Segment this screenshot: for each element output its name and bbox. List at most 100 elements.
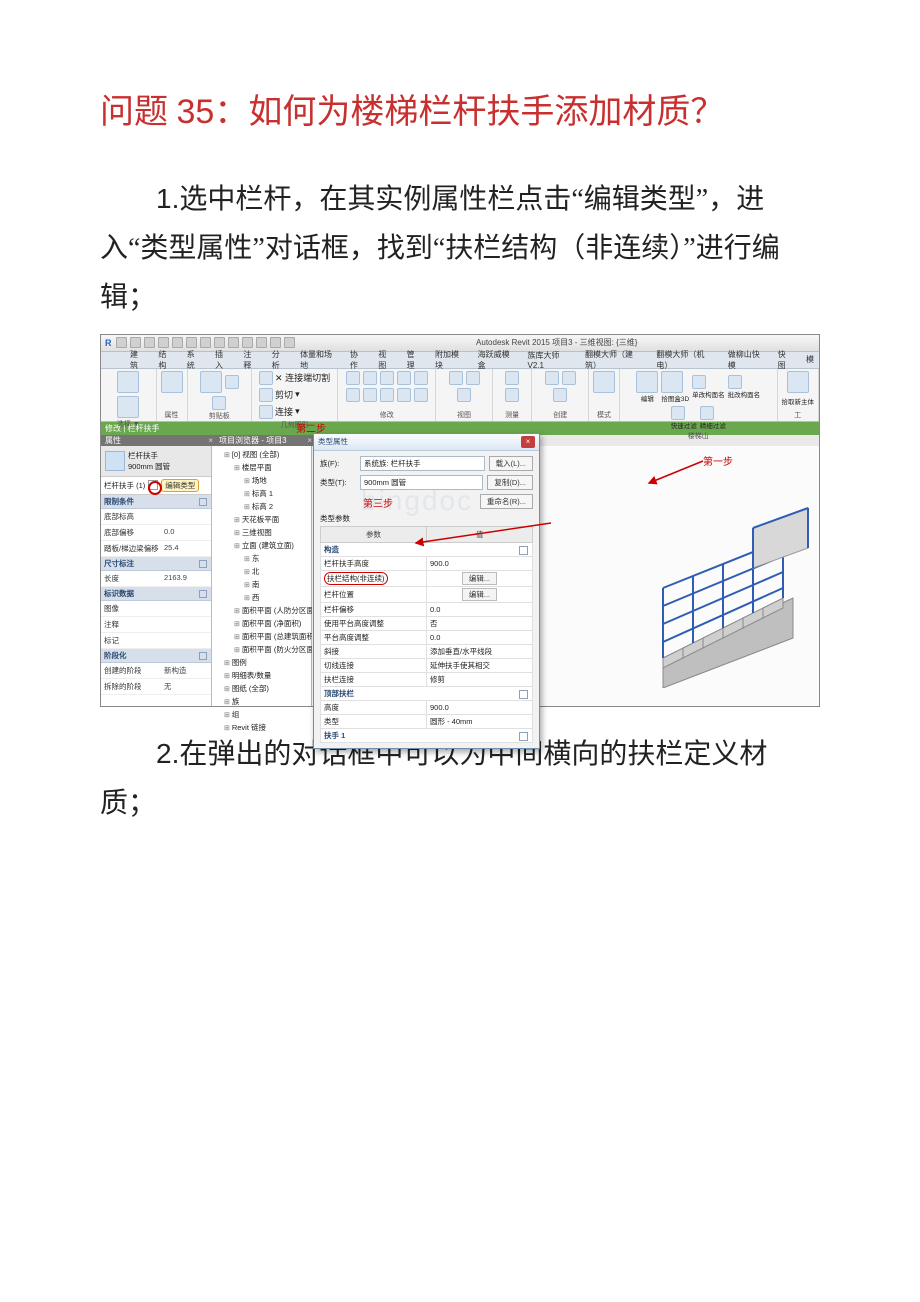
tree-item[interactable]: 面积平面 (防火分区面 — [234, 643, 309, 656]
tree-item[interactable]: 面积平面 (净面积) — [234, 617, 309, 630]
tree-item[interactable]: 三维视图 — [234, 526, 309, 539]
copy2-icon[interactable] — [363, 371, 377, 385]
type-param-row[interactable]: 栏杆偏移0.0 — [321, 602, 533, 616]
tree-item[interactable]: 面积平面 (人防分区面 — [234, 604, 309, 617]
face2-icon[interactable] — [728, 375, 742, 389]
view2-icon[interactable] — [466, 371, 480, 385]
copy-icon[interactable] — [212, 396, 226, 410]
type-param-row[interactable]: 扶栏结构(非连续)编辑... — [321, 570, 533, 586]
mode-icon[interactable] — [593, 371, 615, 393]
create2-icon[interactable] — [562, 371, 576, 385]
close-properties-icon[interactable]: × — [208, 435, 213, 446]
type-param-row[interactable]: 类型圆形 - 40mm — [321, 714, 533, 728]
trim-icon[interactable] — [397, 371, 411, 385]
rotate-icon[interactable] — [380, 371, 394, 385]
close-browser-icon[interactable]: × — [307, 435, 312, 446]
tree-item[interactable]: 标高 2 — [244, 500, 309, 513]
tree-item[interactable]: 西 — [244, 591, 309, 604]
type-param-row[interactable]: 使用平台高度调整否 — [321, 616, 533, 630]
pickhost-icon[interactable] — [787, 371, 809, 393]
qat-cloud-icon[interactable] — [228, 337, 239, 348]
tab-plugin7[interactable]: 模 — [801, 353, 819, 366]
prop-row[interactable]: 底部标高 — [101, 509, 211, 525]
tree-item[interactable]: 北 — [244, 565, 309, 578]
duplicate-button[interactable]: 复制(D)... — [487, 475, 533, 490]
prop-row[interactable]: 注释 — [101, 617, 211, 633]
qat-house-icon[interactable] — [270, 337, 281, 348]
tree-item[interactable]: 明细表/数量 — [224, 669, 309, 682]
tree-item[interactable]: 图纸 (全部) — [224, 682, 309, 695]
tree-item[interactable]: 场地 — [244, 474, 309, 487]
cut-geom-icon[interactable] — [259, 388, 273, 402]
prop-row[interactable]: 标记 — [101, 633, 211, 649]
qat-undo-icon[interactable] — [144, 337, 155, 348]
pin-icon[interactable] — [414, 388, 428, 402]
properties-tool-icon[interactable] — [117, 396, 139, 418]
array-icon[interactable] — [380, 388, 394, 402]
edit-path-icon[interactable] — [636, 371, 658, 393]
type-selector[interactable]: 栏杆扶手 900mm 圆管 — [101, 446, 211, 477]
qat-save-icon[interactable] — [130, 337, 141, 348]
type-param-row[interactable]: 切线连接延伸扶手使其相交 — [321, 658, 533, 672]
tree-item[interactable]: 图例 — [224, 656, 309, 669]
cope-icon[interactable] — [259, 371, 273, 385]
view1-icon[interactable] — [449, 371, 463, 385]
qat-redo-icon[interactable] — [158, 337, 169, 348]
cut-icon[interactable] — [225, 375, 239, 389]
tree-item[interactable]: 天花板平面 — [234, 513, 309, 526]
tree-item[interactable]: 组 — [224, 708, 309, 721]
qat-more-icon[interactable] — [284, 337, 295, 348]
qat-measure-icon[interactable] — [186, 337, 197, 348]
filter1-icon[interactable] — [671, 406, 685, 420]
move-icon[interactable] — [346, 371, 360, 385]
type-param-row[interactable]: 栏杆扶手高度900.0 — [321, 556, 533, 570]
prop-group[interactable]: 标识数据 — [101, 587, 211, 601]
filter2-icon[interactable] — [700, 406, 714, 420]
split-icon[interactable] — [414, 371, 428, 385]
join-geom-icon[interactable] — [259, 405, 273, 419]
tree-item[interactable]: Revit 链接 — [224, 721, 309, 734]
qat-text-icon[interactable] — [200, 337, 211, 348]
tab-plugin2[interactable]: 族库大师V2.1 — [523, 349, 576, 371]
quick-access-toolbar[interactable] — [116, 337, 295, 348]
measure2-icon[interactable] — [505, 388, 519, 402]
tree-item[interactable]: 立面 (建筑立面) — [234, 539, 309, 552]
qat-print-icon[interactable] — [172, 337, 183, 348]
group-construction[interactable]: 构造 — [321, 542, 533, 556]
family-dropdown[interactable]: 系统族: 栏杆扶手 — [360, 456, 485, 471]
edit-param-button[interactable]: 编辑... — [462, 572, 497, 585]
group-handrail1[interactable]: 扶手 1 — [321, 728, 533, 742]
scale-icon[interactable] — [397, 388, 411, 402]
create3-icon[interactable] — [553, 388, 567, 402]
qat-open-icon[interactable] — [116, 337, 127, 348]
type-param-row[interactable]: 扶栏连接修剪 — [321, 672, 533, 686]
tree-item[interactable]: 楼层平面 — [234, 461, 309, 474]
prop-row[interactable]: 拆除的阶段无 — [101, 679, 211, 695]
prop-row[interactable]: 图像 — [101, 601, 211, 617]
mirror-icon[interactable] — [346, 388, 360, 402]
tree-item[interactable]: 标高 1 — [244, 487, 309, 500]
group-toprail[interactable]: 顶部扶栏 — [321, 686, 533, 700]
tree-item[interactable]: [0] 视图 (全部) — [224, 448, 309, 461]
tree-item[interactable]: 东 — [244, 552, 309, 565]
face1-icon[interactable] — [692, 375, 706, 389]
modify-tool-icon[interactable] — [117, 371, 139, 393]
prop-row[interactable]: 创建的阶段新构造 — [101, 663, 211, 679]
type-param-row[interactable]: 高度900.0 — [321, 700, 533, 714]
tree-item[interactable]: 面积平面 (总建筑面积 — [234, 630, 309, 643]
prop-row[interactable]: 长度2163.9 — [101, 571, 211, 587]
edit-param-button[interactable]: 编辑... — [462, 588, 497, 601]
edit-type-button[interactable]: 编辑类型 — [161, 479, 199, 492]
type-param-row[interactable]: 平台高度调整0.0 — [321, 630, 533, 644]
type-param-row[interactable]: 斜接添加垂直/水平线段 — [321, 644, 533, 658]
prop-row[interactable]: 踏板/梯边梁偏移25.4 — [101, 541, 211, 557]
measure1-icon[interactable] — [505, 371, 519, 385]
prop-group[interactable]: 尺寸标注 — [101, 557, 211, 571]
project-browser[interactable]: [0] 视图 (全部)楼层平面场地标高 1标高 2天花板平面三维视图立面 (建筑… — [212, 446, 312, 706]
type-param-row[interactable]: 栏杆位置编辑... — [321, 586, 533, 602]
view3-icon[interactable] — [457, 388, 471, 402]
dialog-close-icon[interactable]: × — [521, 436, 535, 448]
type-dropdown[interactable]: 900mm 圆管 — [360, 475, 483, 490]
create1-icon[interactable] — [545, 371, 559, 385]
pick3d-icon[interactable] — [661, 371, 683, 393]
